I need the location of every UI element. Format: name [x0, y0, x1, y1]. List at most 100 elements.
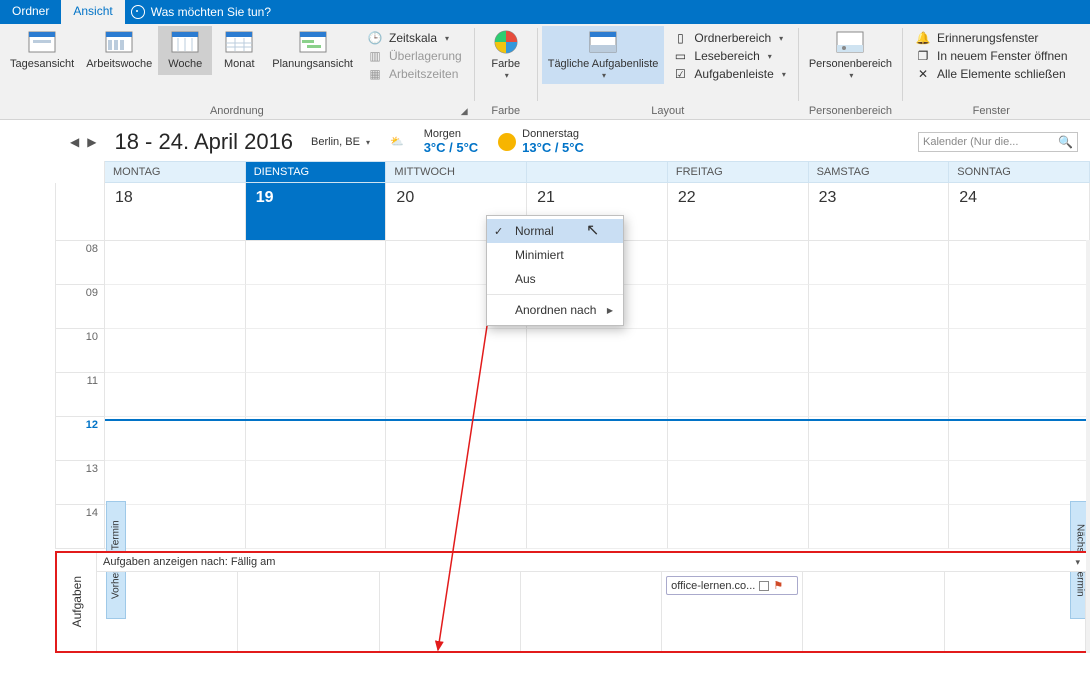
task-checkbox[interactable]: [759, 581, 769, 591]
time-cell[interactable]: [105, 505, 246, 549]
ordnerbereich-button[interactable]: ▯Ordnerbereich▾: [670, 30, 787, 46]
time-cell[interactable]: [386, 505, 527, 549]
day-header[interactable]: DIENSTAG: [246, 161, 387, 183]
time-cell[interactable]: [246, 329, 387, 373]
task-day-column[interactable]: [380, 572, 521, 651]
time-cell[interactable]: [949, 505, 1090, 549]
day-header[interactable]: [527, 161, 668, 183]
time-cell[interactable]: [949, 241, 1090, 285]
task-day-column[interactable]: [945, 572, 1086, 651]
lesebereich-button[interactable]: ▭Lesebereich▾: [670, 48, 787, 64]
chevron-down-icon: ▾: [849, 71, 853, 80]
day-header[interactable]: FREITAG: [668, 161, 809, 183]
time-cell[interactable]: [809, 505, 950, 549]
calendar-search-input[interactable]: Kalender (Nur die... 🔍: [918, 132, 1078, 152]
time-cell[interactable]: [105, 329, 246, 373]
time-cell[interactable]: [386, 329, 527, 373]
time-cell[interactable]: [949, 373, 1090, 417]
time-cell[interactable]: [527, 461, 668, 505]
scrollbar[interactable]: [1086, 240, 1090, 653]
day-header[interactable]: MONTAG: [105, 161, 246, 183]
erinnerungsfenster-button[interactable]: 🔔Erinnerungsfenster: [913, 30, 1070, 46]
time-cell[interactable]: [105, 461, 246, 505]
planungsansicht-button[interactable]: Planungsansicht: [266, 26, 359, 75]
time-cell[interactable]: [105, 285, 246, 329]
time-cell[interactable]: [809, 417, 950, 461]
task-day-column[interactable]: [238, 572, 379, 651]
flag-icon[interactable]: ⚑: [773, 579, 783, 592]
time-cell[interactable]: [809, 461, 950, 505]
task-day-column[interactable]: [803, 572, 944, 651]
aufgabenleiste-button[interactable]: ☑Aufgabenleiste▾: [670, 66, 787, 82]
time-cell[interactable]: [668, 329, 809, 373]
time-cell[interactable]: [809, 241, 950, 285]
time-cell[interactable]: [105, 373, 246, 417]
time-cell[interactable]: [386, 373, 527, 417]
week-view-icon: [169, 30, 201, 54]
time-cell[interactable]: [668, 417, 809, 461]
weather-city[interactable]: Berlin, BE▾: [311, 136, 370, 148]
day-number-cell[interactable]: 18: [105, 183, 246, 241]
menu-item-normal[interactable]: ✓Normal: [487, 219, 623, 243]
monat-button[interactable]: Monat: [212, 26, 266, 75]
tab-ansicht[interactable]: Ansicht: [61, 0, 124, 24]
taegliche-aufgabenliste-button[interactable]: Tägliche Aufgabenliste ▾: [542, 26, 665, 84]
personenbereich-button[interactable]: Personenbereich ▾: [803, 26, 898, 84]
time-cell[interactable]: [527, 505, 668, 549]
tasks-header-dropdown[interactable]: ▾: [1075, 557, 1080, 568]
time-cell[interactable]: [527, 417, 668, 461]
time-cell[interactable]: [386, 417, 527, 461]
day-header[interactable]: SAMSTAG: [809, 161, 950, 183]
weather-donnerstag: Donnerstag13°C / 5°C: [498, 128, 584, 155]
time-cell[interactable]: [949, 285, 1090, 329]
neues-fenster-button[interactable]: ❐In neuem Fenster öffnen: [913, 48, 1070, 64]
time-cell[interactable]: [668, 241, 809, 285]
time-cell[interactable]: [668, 461, 809, 505]
time-cell[interactable]: [246, 461, 387, 505]
alle-schliessen-button[interactable]: ✕Alle Elemente schließen: [913, 66, 1070, 82]
time-cell[interactable]: [386, 461, 527, 505]
tell-me-search[interactable]: Was möchten Sie tun?: [131, 0, 271, 24]
time-cell[interactable]: [246, 241, 387, 285]
time-cell[interactable]: [668, 373, 809, 417]
day-number-cell[interactable]: 23: [809, 183, 950, 241]
dialog-launcher-icon[interactable]: ◢: [461, 106, 468, 117]
time-cell[interactable]: [246, 373, 387, 417]
time-cell[interactable]: [949, 417, 1090, 461]
time-cell[interactable]: [246, 285, 387, 329]
time-cell[interactable]: [527, 329, 668, 373]
time-cell[interactable]: [809, 373, 950, 417]
tab-ordner[interactable]: Ordner: [0, 0, 61, 24]
farbe-button[interactable]: Farbe ▾: [479, 26, 533, 84]
time-cell[interactable]: [809, 285, 950, 329]
day-header[interactable]: SONNTAG: [949, 161, 1090, 183]
time-cell[interactable]: [527, 373, 668, 417]
arbeitswoche-button[interactable]: Arbeitswoche: [80, 26, 158, 75]
day-number-cell[interactable]: 19: [246, 183, 387, 241]
zeitskala-button[interactable]: 🕒Zeitskala▾: [365, 30, 464, 46]
menu-item-minimiert[interactable]: Minimiert: [487, 243, 623, 267]
time-cell[interactable]: [246, 417, 387, 461]
woche-button[interactable]: Woche: [158, 26, 212, 75]
task-day-column[interactable]: [97, 572, 238, 651]
day-view-icon: [26, 30, 58, 54]
day-number-cell[interactable]: 24: [949, 183, 1090, 241]
day-number-cell[interactable]: 22: [668, 183, 809, 241]
time-cell[interactable]: [949, 329, 1090, 373]
time-cell[interactable]: [105, 417, 246, 461]
menu-item-aus[interactable]: Aus: [487, 267, 623, 291]
time-cell[interactable]: [105, 241, 246, 285]
day-header[interactable]: MITTWOCH: [386, 161, 527, 183]
next-week-button[interactable]: ▶: [87, 135, 96, 149]
prev-week-button[interactable]: ◀: [70, 135, 79, 149]
time-cell[interactable]: [809, 329, 950, 373]
tagesansicht-button[interactable]: Tagesansicht: [4, 26, 80, 75]
time-cell[interactable]: [246, 505, 387, 549]
task-day-column[interactable]: office-lernen.co...⚑: [662, 572, 803, 651]
task-item[interactable]: office-lernen.co...⚑: [666, 576, 798, 595]
time-cell[interactable]: [668, 505, 809, 549]
time-cell[interactable]: [668, 285, 809, 329]
time-cell[interactable]: [949, 461, 1090, 505]
task-day-column[interactable]: [521, 572, 662, 651]
menu-item-anordnen-nach[interactable]: Anordnen nach▶: [487, 298, 623, 322]
